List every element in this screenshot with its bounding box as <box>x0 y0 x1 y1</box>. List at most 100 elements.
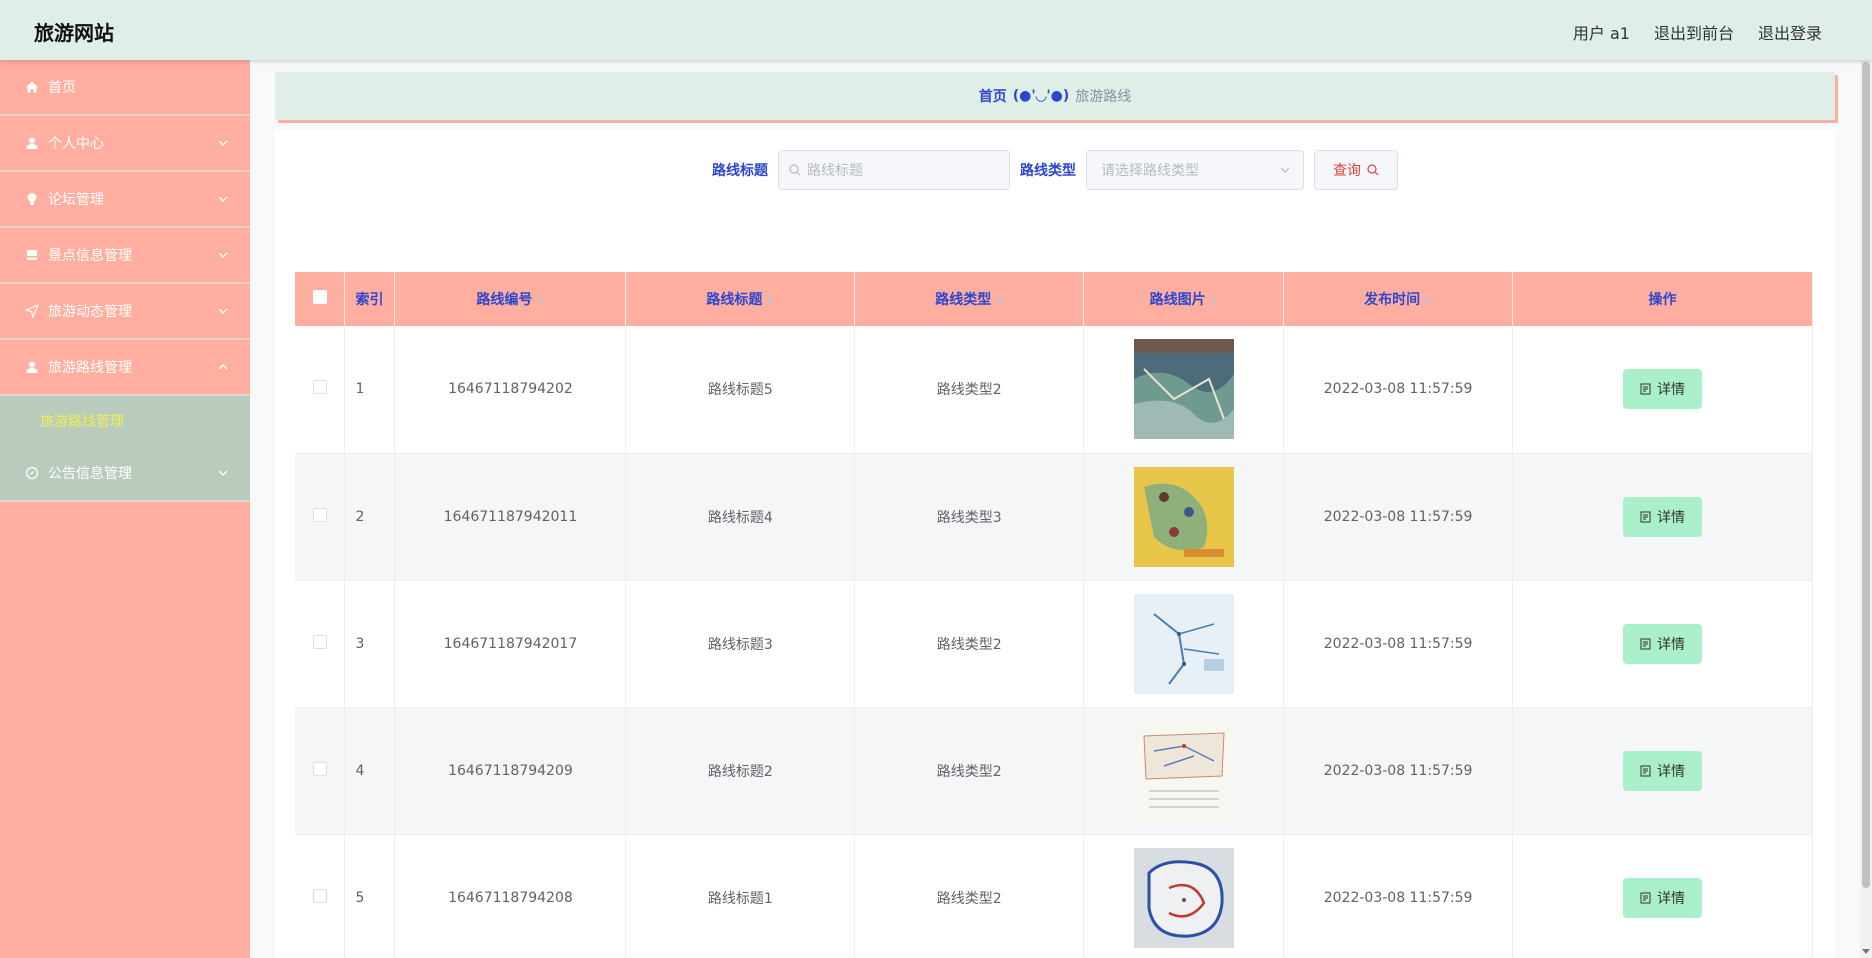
row-select-cell <box>295 453 346 581</box>
notebook-icon <box>24 247 40 263</box>
sidebar-subitem-routes[interactable]: 旅游路线管理 <box>0 396 250 446</box>
detail-button-label: 详情 <box>1657 509 1686 526</box>
row-code: 16467118794202 <box>394 326 627 454</box>
route-map-thumbnail[interactable] <box>1133 466 1234 567</box>
row-action-cell: 详情 <box>1512 326 1813 454</box>
scroll-down-arrow-icon[interactable] <box>1861 946 1871 956</box>
sidebar: 首页 个人中心 论坛管理 景点信息管理 旅游动态管理 旅游路线管理 旅游路线管理… <box>0 60 250 958</box>
scrollbar-thumb[interactable] <box>1862 62 1870 888</box>
row-checkbox[interactable] <box>312 634 327 649</box>
sort-icon[interactable] <box>766 294 774 306</box>
route-map-thumbnail[interactable] <box>1133 720 1234 821</box>
sidebar-item-forum[interactable]: 论坛管理 <box>0 172 250 228</box>
title-search-placeholder: 路线标题 <box>807 163 863 179</box>
breadcrumb: 首页 (●'◡'●) 旅游路线 <box>275 72 1835 120</box>
row-code: 16467118794208 <box>394 834 627 958</box>
row-action-cell: 详情 <box>1512 834 1813 958</box>
search-icon <box>1367 164 1379 176</box>
user-solid-icon <box>24 359 40 375</box>
document-icon <box>1640 638 1651 649</box>
row-type: 路线类型3 <box>854 453 1085 581</box>
detail-button[interactable]: 详情 <box>1623 877 1703 918</box>
detail-button-label: 详情 <box>1657 763 1686 780</box>
chevron-up-icon <box>218 364 228 370</box>
sidebar-item-scenic[interactable]: 景点信息管理 <box>0 228 250 284</box>
chevron-down-icon <box>218 308 228 314</box>
row-image-cell <box>1083 326 1285 454</box>
row-type: 路线类型2 <box>854 580 1085 708</box>
row-title: 路线标题3 <box>625 580 856 708</box>
row-select-cell <box>295 580 346 708</box>
row-title: 路线标题2 <box>625 707 856 835</box>
select-all-checkbox[interactable] <box>312 290 327 304</box>
site-brand: 旅游网站 <box>34 21 114 45</box>
sidebar-item-personal[interactable]: 个人中心 <box>0 116 250 172</box>
header-title[interactable]: 路线标题 <box>625 272 856 326</box>
row-code: 164671187942017 <box>394 580 627 708</box>
detail-button[interactable]: 详情 <box>1623 369 1703 410</box>
header-code[interactable]: 路线编号 <box>394 272 627 326</box>
row-checkbox[interactable] <box>312 888 327 903</box>
query-button[interactable]: 查询 <box>1314 150 1398 190</box>
header-image[interactable]: 路线图片 <box>1083 272 1285 326</box>
row-time: 2022-03-08 11:57:59 <box>1283 580 1514 708</box>
logout-link[interactable]: 退出登录 <box>1758 20 1822 44</box>
row-checkbox[interactable] <box>312 380 327 395</box>
title-search-label: 路线标题 <box>712 163 768 179</box>
detail-button[interactable]: 详情 <box>1623 750 1703 791</box>
title-search-input[interactable]: 路线标题 <box>778 150 1010 190</box>
route-map-thumbnail[interactable] <box>1133 339 1234 440</box>
user-icon <box>24 135 40 151</box>
row-checkbox[interactable] <box>312 507 327 522</box>
document-icon <box>1640 765 1651 776</box>
sidebar-item-label: 首页 <box>48 80 76 96</box>
document-icon <box>1640 511 1651 522</box>
sort-icon[interactable] <box>1210 294 1218 306</box>
row-index: 3 <box>344 580 396 708</box>
header-code-label: 路线编号 <box>476 292 533 308</box>
row-code: 16467118794209 <box>394 707 627 835</box>
sidebar-item-routes[interactable]: 旅游路线管理 <box>0 340 250 396</box>
page-scrollbar[interactable] <box>1860 60 1872 958</box>
type-select[interactable]: 请选择路线类型 <box>1086 150 1304 190</box>
row-image-cell <box>1083 453 1285 581</box>
row-select-cell <box>295 834 346 958</box>
row-index: 5 <box>344 834 396 958</box>
detail-button[interactable]: 详情 <box>1623 496 1703 537</box>
sort-icon[interactable] <box>536 294 544 306</box>
document-icon <box>1640 383 1651 395</box>
header-time-label: 发布时间 <box>1364 292 1421 308</box>
to-front-link[interactable]: 退出到前台 <box>1654 20 1734 44</box>
sort-icon[interactable] <box>1424 294 1432 306</box>
row-time: 2022-03-08 11:57:59 <box>1283 834 1514 958</box>
row-select-cell <box>295 707 346 835</box>
search-bar: 路线标题 路线标题 路线类型 请选择路线类型 查询 <box>275 150 1835 190</box>
sidebar-item-label: 公告信息管理 <box>48 466 132 482</box>
chevron-down-icon <box>218 196 228 202</box>
route-map-thumbnail[interactable] <box>1133 593 1234 694</box>
breadcrumb-home[interactable]: 首页 <box>979 86 1007 106</box>
header-time[interactable]: 发布时间 <box>1283 272 1514 326</box>
row-image-cell <box>1083 580 1285 708</box>
home-icon <box>24 79 40 95</box>
chevron-down-icon <box>218 470 228 476</box>
route-map-thumbnail[interactable] <box>1133 847 1234 948</box>
row-checkbox[interactable] <box>312 761 327 776</box>
user-label[interactable]: 用户 a1 <box>1573 20 1630 44</box>
sidebar-item-notice[interactable]: 公告信息管理 <box>0 446 250 502</box>
sidebar-item-news[interactable]: 旅游动态管理 <box>0 284 250 340</box>
header-type[interactable]: 路线类型 <box>854 272 1085 326</box>
top-links: 用户 a1 退出到前台 退出登录 <box>1573 20 1822 44</box>
row-title: 路线标题1 <box>625 834 856 958</box>
detail-button[interactable]: 详情 <box>1623 623 1703 664</box>
sidebar-item-home[interactable]: 首页 <box>0 60 250 116</box>
sidebar-item-label: 个人中心 <box>48 136 104 152</box>
row-time: 2022-03-08 11:57:59 <box>1283 453 1514 581</box>
sort-icon[interactable] <box>995 294 1003 306</box>
main-content: 首页 (●'◡'●) 旅游路线 路线标题 路线标题 路线类型 请选择路线类型 查… <box>250 60 1860 958</box>
sidebar-item-label: 旅游动态管理 <box>48 304 132 320</box>
bulb-icon <box>24 191 40 207</box>
row-type: 路线类型2 <box>854 834 1085 958</box>
row-image-cell <box>1083 707 1285 835</box>
row-title: 路线标题5 <box>625 326 856 454</box>
